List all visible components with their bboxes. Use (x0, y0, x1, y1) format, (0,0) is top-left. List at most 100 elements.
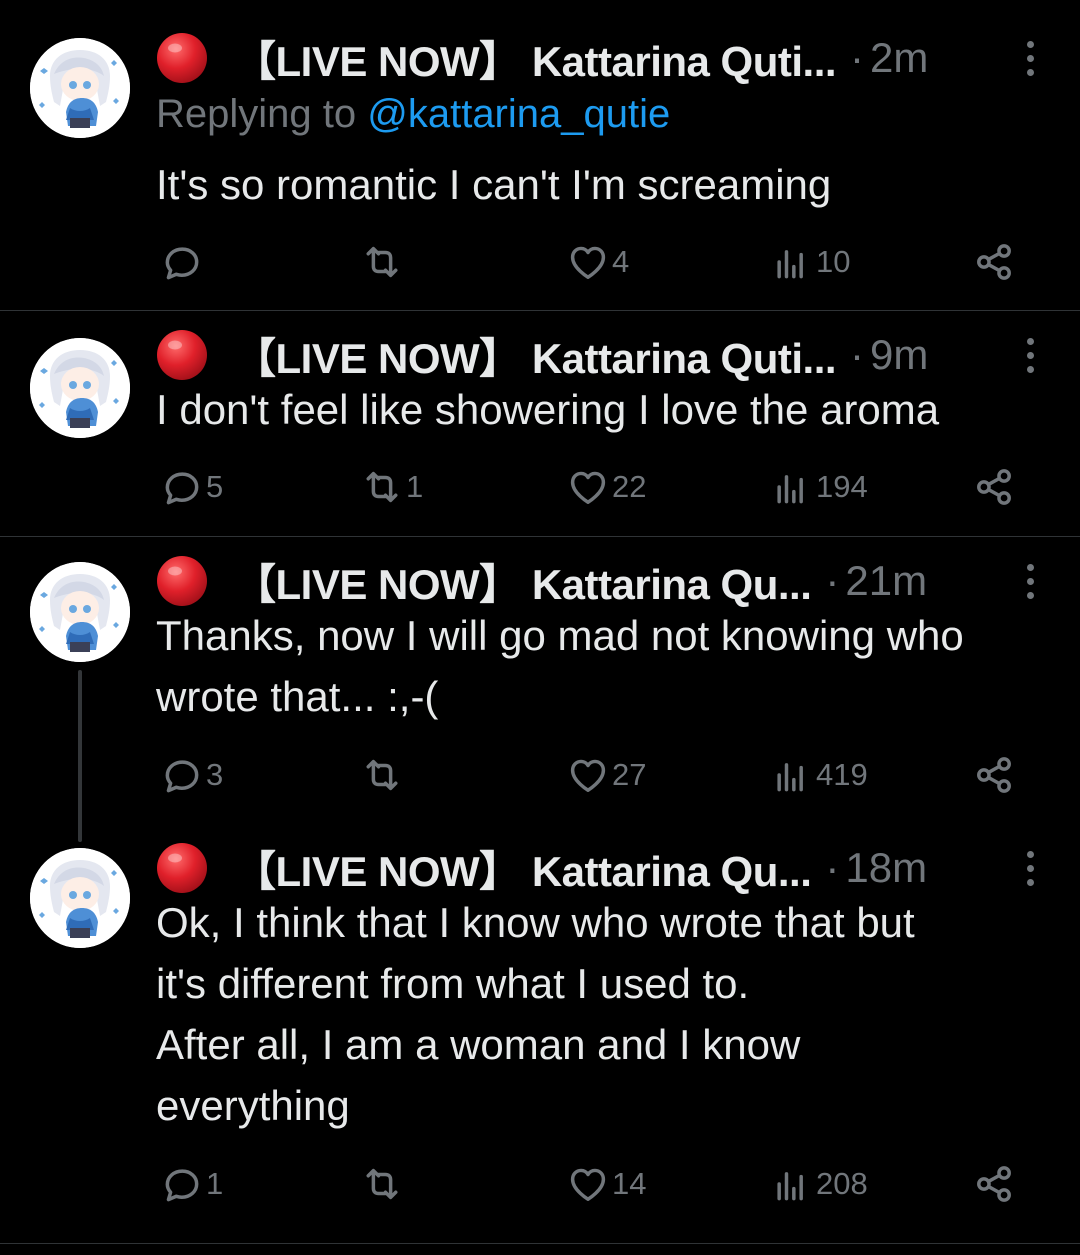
avatar[interactable] (30, 848, 130, 948)
timestamp[interactable]: 2m (870, 34, 928, 82)
view-count: 419 (816, 757, 868, 792)
action-bar: 4 10 (0, 232, 1080, 292)
like-button[interactable]: 27 (566, 745, 646, 805)
display-name[interactable]: 【LIVE NOW】 Kattarina Quti... (234, 28, 837, 89)
red-circle-icon (156, 555, 208, 607)
share-button[interactable] (972, 457, 1016, 517)
more-options-icon[interactable] (1020, 28, 1040, 88)
timestamp[interactable]: 21m (845, 557, 927, 605)
bar-chart-icon (770, 1162, 814, 1206)
reply-icon (160, 240, 204, 284)
separator: · (825, 557, 840, 604)
reply-count: 3 (206, 757, 224, 792)
share-icon (972, 465, 1016, 509)
like-count: 14 (612, 1166, 647, 1201)
tweet-text: I don't feel like showering I love the a… (156, 386, 940, 433)
tweet-text-line: everything (156, 1082, 350, 1129)
avatar[interactable] (30, 338, 130, 438)
red-circle-icon (156, 32, 208, 84)
repost-icon (360, 753, 404, 797)
reply-icon (160, 753, 204, 797)
tweet-text: It's so romantic I can't I'm screaming (156, 161, 832, 208)
tweet-header: 【LIVE NOW】 Kattarina Quti... · 9m (156, 325, 928, 385)
share-button[interactable] (972, 745, 1016, 805)
tweet-text: Thanks, now I will go mad not knowing wh… (156, 612, 964, 720)
more-options-icon[interactable] (1020, 551, 1040, 611)
action-bar: 3 27 419 (0, 745, 1080, 805)
repost-button[interactable] (360, 1154, 406, 1214)
separator: · (825, 844, 840, 891)
tweet-text-line: it's different from what I used to. (156, 960, 750, 1007)
tweet-header: 【LIVE NOW】 Kattarina Qu... · 18m (156, 838, 927, 898)
display-name[interactable]: 【LIVE NOW】 Kattarina Qu... (234, 838, 812, 899)
like-count: 27 (612, 757, 647, 792)
reply-icon (160, 1162, 204, 1206)
views-button[interactable]: 208 (770, 1154, 868, 1214)
avatar[interactable] (30, 38, 130, 138)
tweet-text-line: Ok, I think that I know who wrote that b… (156, 899, 915, 946)
more-options-icon[interactable] (1020, 325, 1040, 385)
tweet-4[interactable]: 【LIVE NOW】 Kattarina Qu... · 18m Ok, I t… (0, 838, 1080, 1243)
bar-chart-icon (770, 465, 814, 509)
like-button[interactable]: 22 (566, 457, 646, 517)
reply-button[interactable]: 1 (160, 1154, 223, 1214)
share-icon (972, 240, 1016, 284)
tweet-1[interactable]: 【LIVE NOW】 Kattarina Quti... · 2m Replyi… (0, 0, 1080, 310)
repost-icon (360, 465, 404, 509)
tweet-3[interactable]: 【LIVE NOW】 Kattarina Qu... · 21m Thanks,… (0, 537, 1080, 842)
tweet-header: 【LIVE NOW】 Kattarina Qu... · 21m (156, 551, 927, 611)
heart-icon (566, 465, 610, 509)
tweet-2[interactable]: 【LIVE NOW】 Kattarina Quti... · 9m I don'… (0, 311, 1080, 536)
repost-count: 1 (406, 469, 424, 504)
reply-icon (160, 465, 204, 509)
replying-to: Replying to @kattarina_qutie (156, 92, 670, 137)
action-bar: 1 14 208 (0, 1154, 1080, 1214)
share-button[interactable] (972, 232, 1016, 292)
bar-chart-icon (770, 753, 814, 797)
tweet-text: Ok, I think that I know who wrote that b… (156, 892, 1046, 1136)
heart-icon (566, 1162, 610, 1206)
separator: · (850, 331, 865, 378)
like-count: 22 (612, 469, 647, 504)
timestamp[interactable]: 9m (870, 331, 928, 379)
views-button[interactable]: 419 (770, 745, 868, 805)
avatar[interactable] (30, 562, 130, 662)
views-button[interactable]: 194 (770, 457, 868, 517)
reply-button[interactable] (160, 232, 206, 292)
views-button[interactable]: 10 (770, 232, 850, 292)
view-count: 194 (816, 469, 868, 504)
repost-button[interactable] (360, 232, 406, 292)
display-name[interactable]: 【LIVE NOW】 Kattarina Qu... (234, 551, 812, 612)
like-count: 4 (612, 244, 630, 279)
heart-icon (566, 753, 610, 797)
red-circle-icon (156, 842, 208, 894)
view-count: 10 (816, 244, 851, 279)
red-circle-icon (156, 329, 208, 381)
repost-icon (360, 240, 404, 284)
divider (0, 1243, 1080, 1244)
view-count: 208 (816, 1166, 868, 1201)
repost-button[interactable]: 1 (360, 457, 423, 517)
like-button[interactable]: 14 (566, 1154, 646, 1214)
share-button[interactable] (972, 1154, 1016, 1214)
replying-to-label: Replying to (156, 92, 368, 136)
repost-button[interactable] (360, 745, 406, 805)
separator: · (850, 34, 865, 81)
replying-to-handle[interactable]: @kattarina_qutie (367, 92, 670, 136)
timestamp[interactable]: 18m (845, 844, 927, 892)
share-icon (972, 1162, 1016, 1206)
tweet-text-line: After all, I am a woman and I know (156, 1021, 801, 1068)
share-icon (972, 753, 1016, 797)
reply-count: 1 (206, 1166, 224, 1201)
display-name[interactable]: 【LIVE NOW】 Kattarina Quti... (234, 325, 837, 386)
reply-button[interactable]: 3 (160, 745, 223, 805)
more-options-icon[interactable] (1020, 838, 1040, 898)
tweet-header: 【LIVE NOW】 Kattarina Quti... · 2m (156, 28, 928, 88)
action-bar: 5 1 22 194 (0, 457, 1080, 517)
like-button[interactable]: 4 (566, 232, 629, 292)
bar-chart-icon (770, 240, 814, 284)
reply-count: 5 (206, 469, 224, 504)
reply-button[interactable]: 5 (160, 457, 223, 517)
repost-icon (360, 1162, 404, 1206)
heart-icon (566, 240, 610, 284)
